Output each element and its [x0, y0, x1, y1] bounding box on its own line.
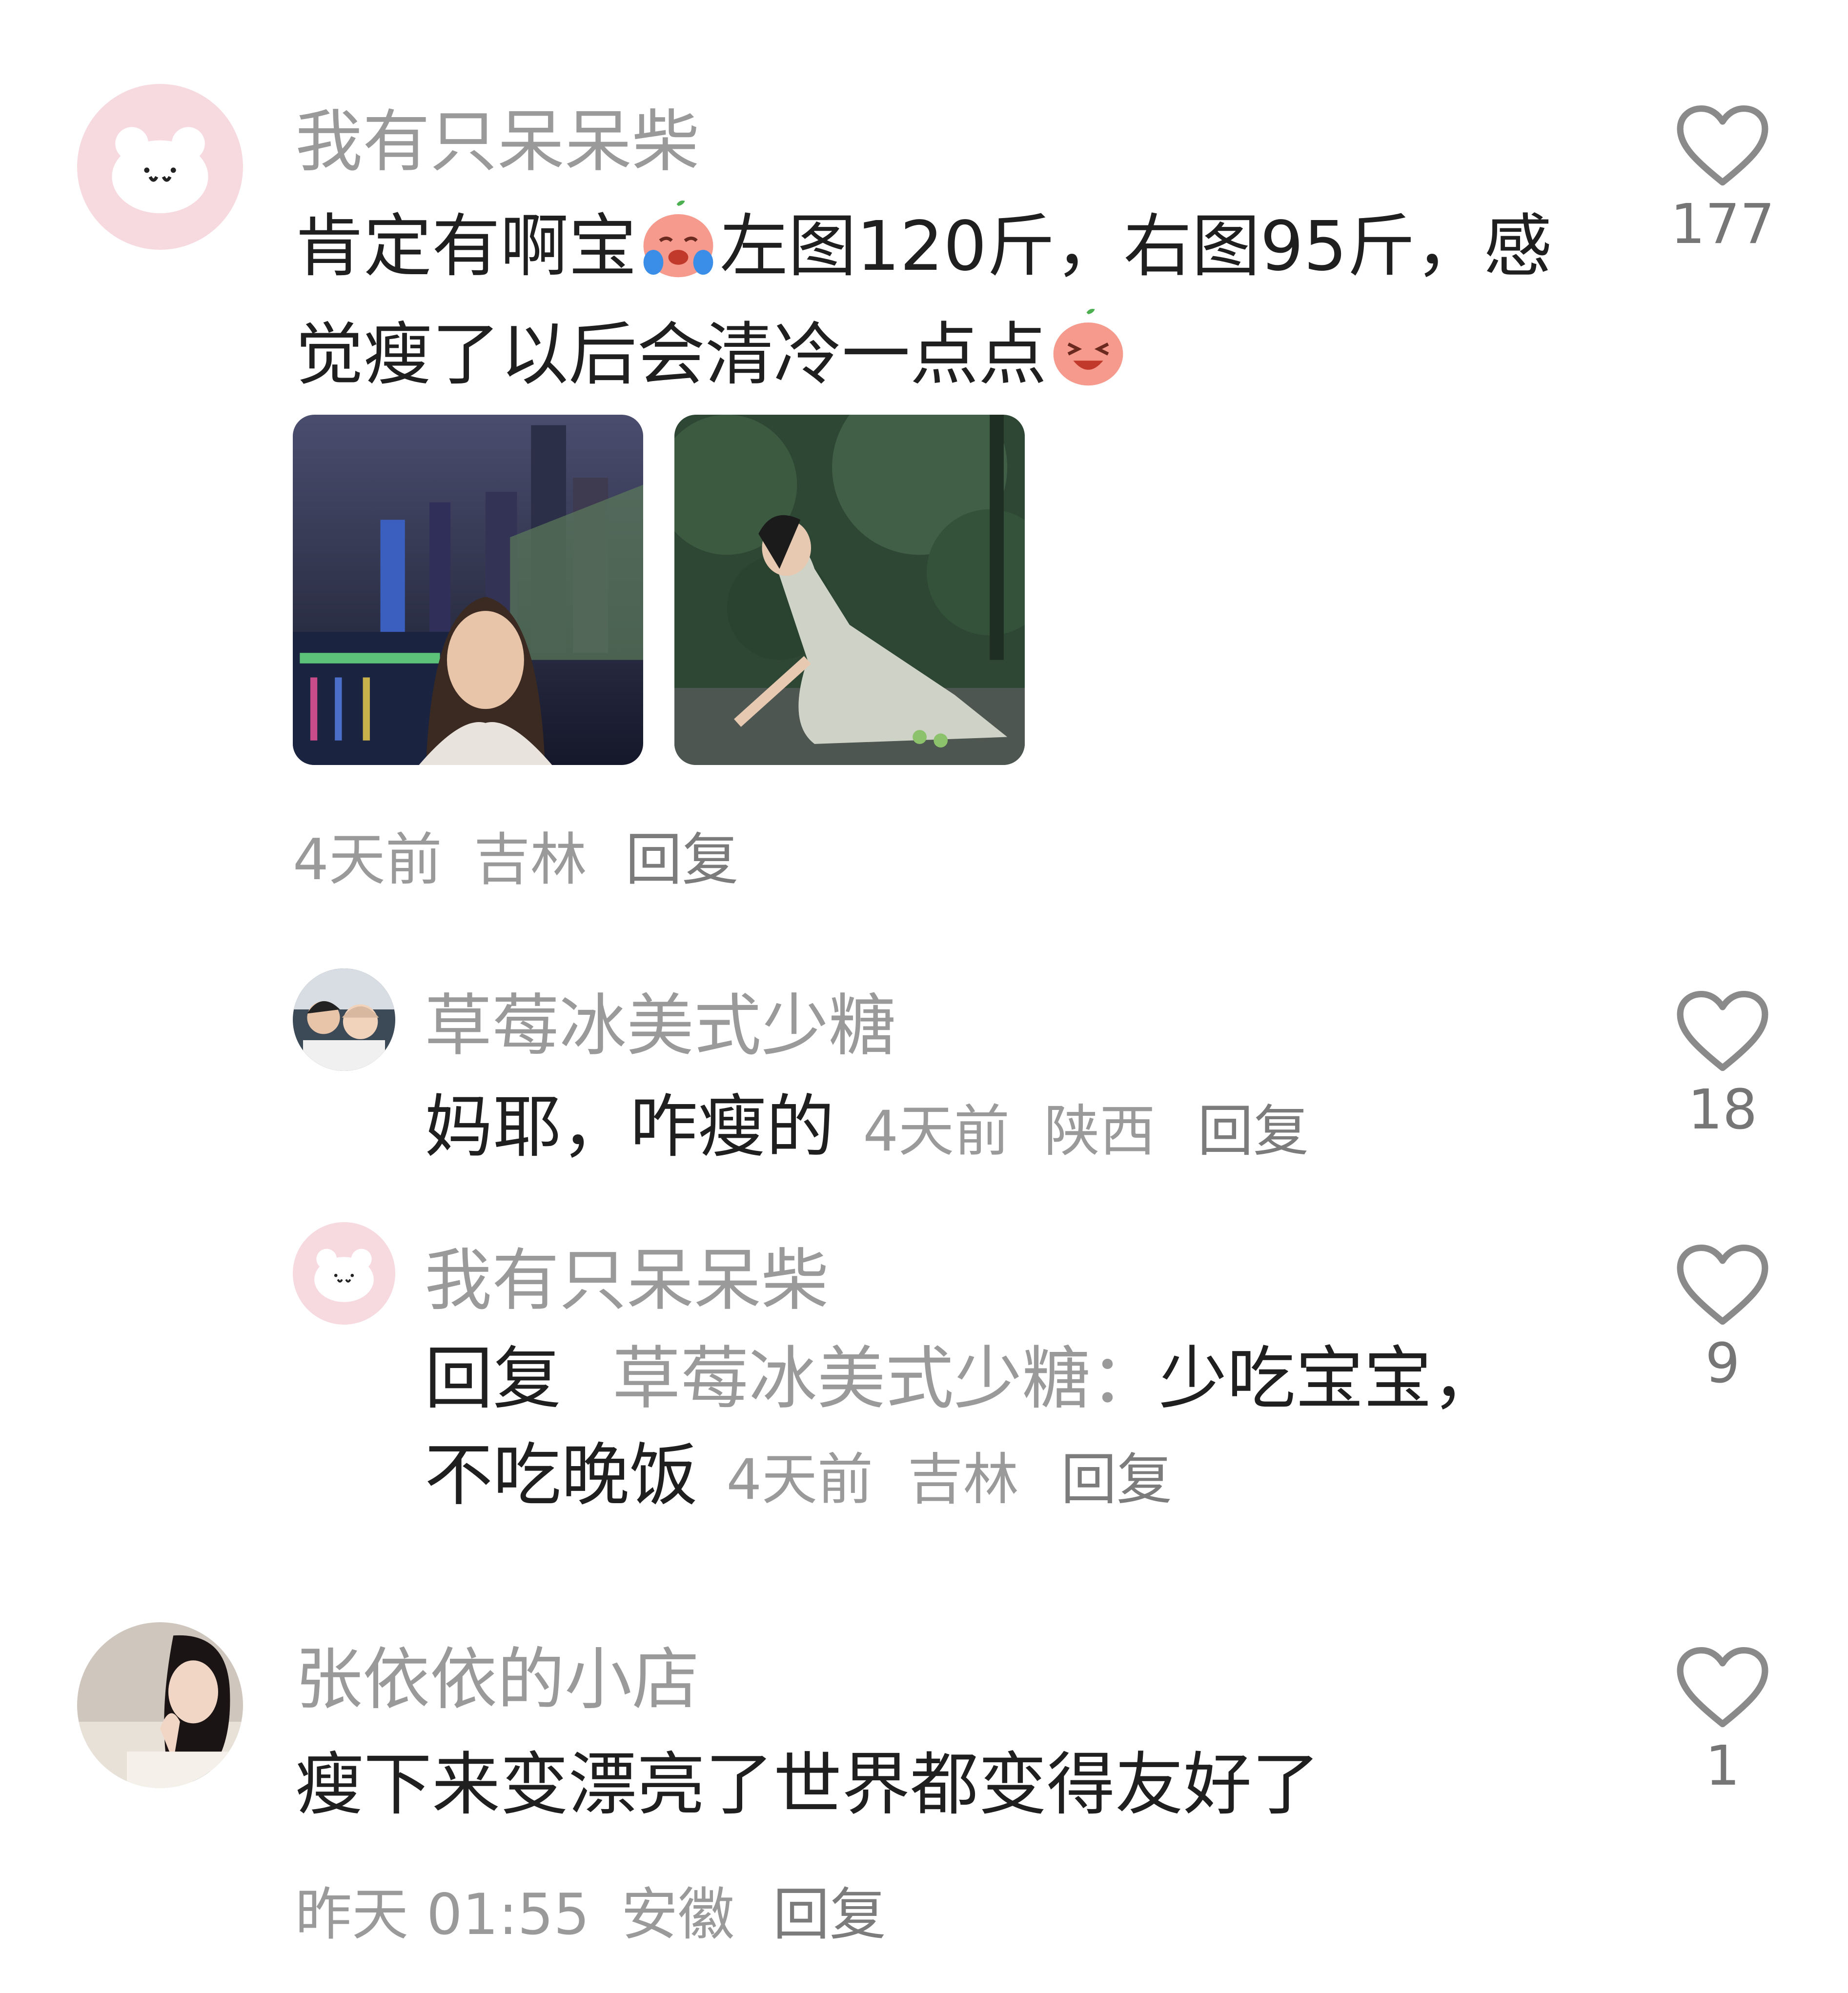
reply-prefix: 回复 [425, 1339, 562, 1419]
like-count: 1 [1705, 1734, 1740, 1798]
bear-avatar-icon [77, 84, 243, 250]
bear-avatar-icon [293, 1222, 395, 1325]
reply-location: 陕西 [1044, 1099, 1156, 1164]
girl-avatar-icon [77, 1622, 243, 1788]
comment-text: 肯定有啊宝 左图120斤，右图95斤，感觉瘦了以后会清冷一点点 [295, 198, 1613, 414]
heart-icon [1677, 105, 1768, 186]
comment-image[interactable] [674, 415, 1025, 765]
avatar[interactable] [293, 1222, 395, 1325]
comment-image[interactable] [293, 415, 643, 765]
reply-to-user[interactable]: 草莓冰美式少糖： [612, 1339, 1159, 1419]
comment-time: 4天前 [293, 827, 442, 893]
username[interactable]: 张依依的小店 [295, 1625, 699, 1722]
reply-text: 妈耶，咋瘦的 4天前 陕西 回复 [425, 1079, 1645, 1180]
comment-meta: 昨天 01:55 安徽 回复 [295, 1869, 886, 1951]
couple-avatar-icon [293, 968, 395, 1071]
reply-button[interactable]: 回复 [1061, 1447, 1172, 1512]
reply-text-content: 妈耶，咋瘦的 [425, 1087, 835, 1167]
avatar[interactable] [293, 968, 395, 1071]
like-count: 18 [1687, 1078, 1758, 1142]
forest-sitting-image [674, 415, 1025, 765]
reply-button[interactable]: 回复 [626, 827, 739, 893]
comment-text-part: 肯定有啊宝 [295, 207, 637, 286]
laughing-face-icon [1047, 306, 1130, 414]
like-count: 9 [1705, 1332, 1740, 1395]
reply-button[interactable]: 回复 [1198, 1099, 1309, 1164]
heart-icon [1677, 990, 1768, 1071]
like-button[interactable]: 9 [1659, 1244, 1786, 1395]
reply-time: 4天前 [863, 1099, 1010, 1164]
heart-icon [1677, 1647, 1768, 1728]
crying-face-icon [637, 198, 720, 306]
like-count: 177 [1670, 193, 1775, 256]
reply-button[interactable]: 回复 [773, 1882, 886, 1948]
comment-time: 昨天 01:55 [295, 1882, 590, 1948]
comment-location: 安徽 [621, 1882, 735, 1948]
username[interactable]: 草莓冰美式少糖 [425, 971, 896, 1068]
reply-time: 4天前 [726, 1447, 873, 1512]
reply-location: 吉林 [907, 1447, 1019, 1512]
comment-meta: 4天前 吉林 回复 [293, 814, 739, 896]
username[interactable]: 我有只呆呆柴 [295, 87, 699, 184]
username[interactable]: 我有只呆呆柴 [425, 1226, 829, 1323]
heart-icon [1677, 1244, 1768, 1325]
comment-text: 瘦下来变漂亮了世界都变得友好了 [295, 1745, 1320, 1825]
avatar[interactable] [77, 1622, 243, 1788]
avatar[interactable] [77, 84, 243, 250]
like-button[interactable]: 1 [1659, 1647, 1786, 1798]
like-button[interactable]: 177 [1659, 105, 1786, 256]
like-button[interactable]: 18 [1659, 990, 1786, 1142]
comment-location: 吉林 [473, 827, 587, 893]
night-city-portrait-image [293, 415, 643, 765]
reply-text: 回复 草莓冰美式少糖：少吃宝宝，不吃晚饭 4天前 吉林 回复 [425, 1331, 1547, 1528]
